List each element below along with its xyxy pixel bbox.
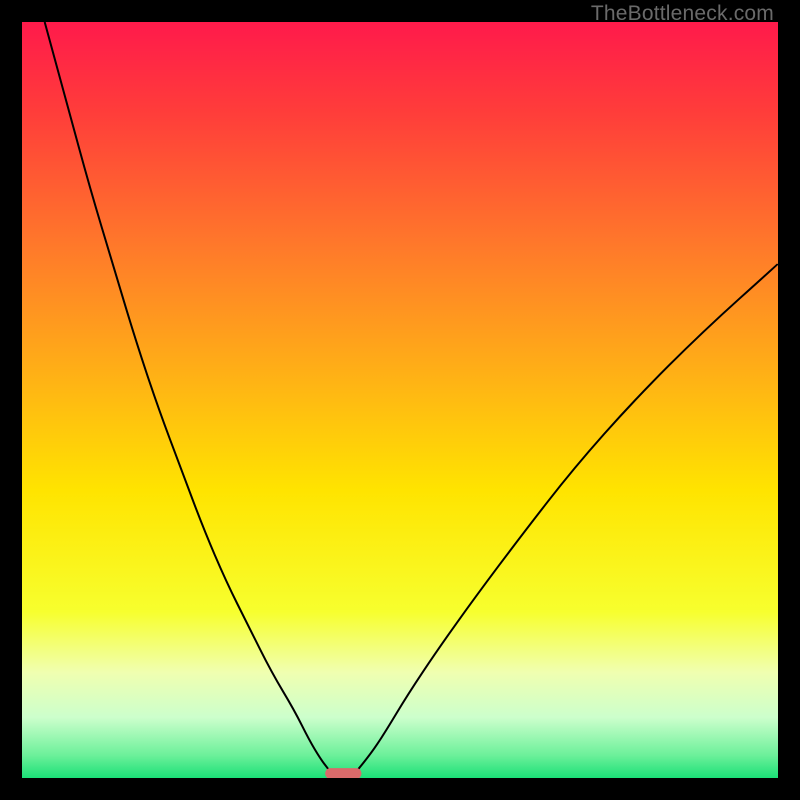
bottom-marker xyxy=(325,768,361,778)
chart-frame xyxy=(22,22,778,778)
gradient-background xyxy=(22,22,778,778)
watermark-text: TheBottleneck.com xyxy=(591,2,774,26)
bottleneck-chart xyxy=(22,22,778,778)
